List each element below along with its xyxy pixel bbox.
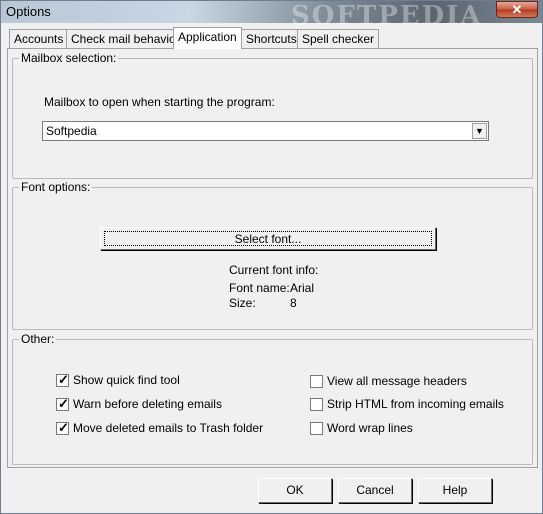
show-quick-find-checkbox[interactable]: ✓ <box>56 372 69 387</box>
ok-button[interactable]: OK <box>258 478 332 503</box>
mailbox-prompt-label: Mailbox to open when starting the progra… <box>44 95 275 109</box>
move-to-trash-label[interactable]: Move deleted emails to Trash folder <box>73 421 263 435</box>
window-title: Options <box>6 4 51 19</box>
select-font-label: Select font... <box>101 228 435 249</box>
view-all-headers-label[interactable]: View all message headers <box>327 374 467 388</box>
chevron-down-icon[interactable]: ▼ <box>472 123 487 139</box>
word-wrap-label[interactable]: Word wrap lines <box>327 421 413 435</box>
show-quick-find-label[interactable]: Show quick find tool <box>73 373 180 387</box>
other-options-group: Other: ✓ Show quick find tool ✓ Warn bef… <box>12 332 533 465</box>
check-icon: ✓ <box>58 420 69 435</box>
font-name-label: Font name: <box>229 281 290 295</box>
check-icon: ✓ <box>58 396 69 411</box>
close-button[interactable]: ✕ <box>496 1 538 18</box>
help-button[interactable]: Help <box>418 478 492 503</box>
strip-html-label[interactable]: Strip HTML from incoming emails <box>327 397 504 411</box>
select-font-button[interactable]: Select font... <box>100 227 436 250</box>
font-group-title: Font options: <box>19 180 93 194</box>
mailbox-select[interactable]: Softpedia ▼ <box>42 121 489 141</box>
warn-before-deleting-label[interactable]: Warn before deleting emails <box>73 397 222 411</box>
move-to-trash-checkbox[interactable]: ✓ <box>56 420 69 435</box>
tab-accounts[interactable]: Accounts <box>9 29 69 49</box>
tab-shortcuts[interactable]: Shortcuts <box>241 29 302 49</box>
watermark-logo: SOFTPEDIA <box>291 1 483 31</box>
options-window: Options SOFTPEDIA ✕ Accounts Check mail … <box>0 0 543 514</box>
font-name-value: Arial <box>290 281 315 295</box>
application-tab-panel: Mailbox selection: Mailbox to open when … <box>7 48 538 468</box>
mailbox-selection-group: Mailbox selection: Mailbox to open when … <box>12 51 533 179</box>
tab-application[interactable]: Application <box>173 27 242 49</box>
mailbox-selected-value: Softpedia <box>46 124 97 138</box>
check-icon: ✓ <box>58 372 69 387</box>
font-size-value: 8 <box>290 296 297 310</box>
title-bar[interactable]: Options SOFTPEDIA ✕ <box>1 1 542 31</box>
other-group-title: Other: <box>19 332 57 346</box>
tab-spell-checker[interactable]: Spell checker <box>297 29 380 49</box>
cancel-button[interactable]: Cancel <box>338 478 412 503</box>
mailbox-group-title: Mailbox selection: <box>19 51 119 65</box>
strip-html-checkbox[interactable] <box>310 398 323 411</box>
view-all-headers-checkbox[interactable] <box>310 375 323 388</box>
tab-check-mail-behavior[interactable]: Check mail behavior <box>66 29 185 49</box>
warn-before-deleting-checkbox[interactable]: ✓ <box>56 396 69 411</box>
current-font-info-label: Current font info: <box>229 263 319 277</box>
close-icon: ✕ <box>511 2 523 17</box>
word-wrap-checkbox[interactable] <box>310 422 323 435</box>
font-options-group: Font options: Select font... Current fon… <box>12 180 533 330</box>
font-size-label: Size: <box>229 296 256 310</box>
dialog-button-bar: OK Cancel Help <box>1 471 542 513</box>
